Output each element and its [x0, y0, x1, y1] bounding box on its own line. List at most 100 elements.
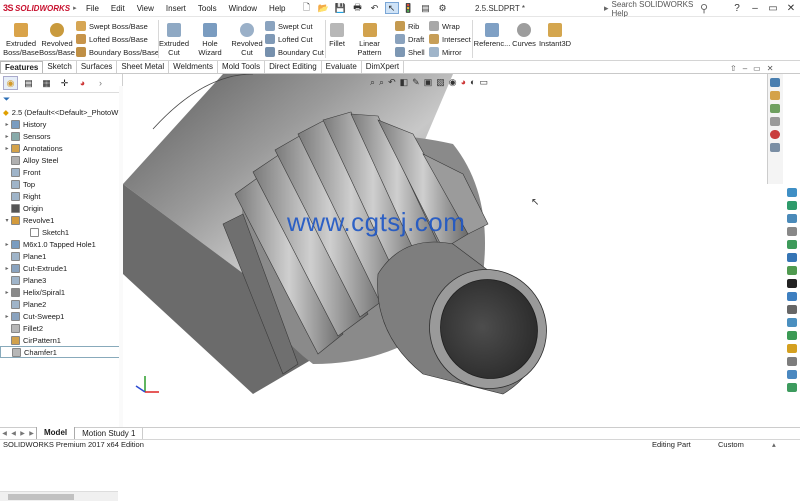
previous-view-icon[interactable]: ↶: [388, 77, 396, 88]
tool-icon-14[interactable]: [787, 357, 797, 366]
curves-button[interactable]: Curves: [511, 23, 537, 48]
tab-mold-tools[interactable]: Mold Tools: [218, 61, 266, 73]
view-settings-icon[interactable]: ▭: [479, 77, 488, 88]
dimxpert-tab-icon[interactable]: ✛: [57, 76, 72, 90]
panel-expand-icon[interactable]: ›: [93, 76, 108, 90]
boundary-cut-button[interactable]: Boundary Cut: [265, 47, 324, 57]
sum-icon[interactable]: [787, 279, 797, 288]
tree-item[interactable]: ▸ Annotations: [0, 142, 122, 154]
solidworks-resources-icon[interactable]: [770, 78, 780, 87]
extruded-cut-button[interactable]: Extruded Cut: [159, 23, 189, 57]
tool-icon-2[interactable]: [787, 201, 797, 210]
file-explorer-icon[interactable]: [770, 104, 780, 113]
solidworks-logo[interactable]: 3S SOLIDWORKS ▸: [0, 0, 80, 17]
tree-item[interactable]: ▸ Cut-Extrude1: [0, 262, 122, 274]
shell-button[interactable]: Shell: [395, 47, 425, 57]
graphics-area[interactable]: www.cgtsj.com: [123, 74, 767, 427]
tool-icon-3[interactable]: [787, 214, 797, 223]
tree-item[interactable]: Sketch1: [0, 226, 122, 238]
design-library-icon[interactable]: [770, 91, 780, 100]
tab-weldments[interactable]: Weldments: [169, 61, 218, 73]
custom-properties-icon[interactable]: [770, 143, 780, 152]
filter-icon[interactable]: ⏷: [0, 93, 122, 106]
zoom-to-fit-icon[interactable]: ⌕: [370, 77, 375, 88]
expand-arrow-icon[interactable]: ▸: [3, 133, 11, 140]
intersect-button[interactable]: Intersect: [429, 34, 471, 44]
revolved-cut-button[interactable]: Revolved Cut: [231, 23, 263, 57]
tool-icon-9[interactable]: [787, 292, 797, 301]
menu-tools[interactable]: Tools: [192, 0, 223, 17]
tree-item[interactable]: Top: [0, 178, 122, 190]
swept-boss-button[interactable]: Swept Boss/Base: [76, 21, 148, 31]
extruded-boss-button[interactable]: Extruded Boss/Base: [3, 23, 39, 57]
menu-help[interactable]: Help: [263, 0, 291, 17]
rib-button[interactable]: Rib: [395, 21, 419, 31]
dynamic-annotation-icon[interactable]: ✎: [412, 77, 420, 88]
tab-direct-editing[interactable]: Direct Editing: [265, 61, 322, 73]
tab-sketch[interactable]: Sketch: [43, 61, 77, 73]
tab-sheet-metal[interactable]: Sheet Metal: [117, 61, 170, 73]
new-document-icon[interactable]: 🗋: [300, 2, 314, 14]
appearances-icon[interactable]: [770, 130, 780, 139]
expand-arrow-icon[interactable]: ▸: [3, 145, 11, 152]
tab-evaluate[interactable]: Evaluate: [322, 61, 362, 73]
tool-icon-1[interactable]: [787, 188, 797, 197]
expand-arrow-icon[interactable]: ▸: [3, 289, 11, 296]
expand-arrow-icon[interactable]: ▸: [3, 241, 11, 248]
property-manager-tab-icon[interactable]: ▤: [21, 76, 36, 90]
wrap-button[interactable]: Wrap: [429, 21, 460, 31]
tree-horizontal-scrollbar[interactable]: [0, 491, 118, 501]
expand-arrow-icon[interactable]: ▸: [3, 313, 11, 320]
tree-item[interactable]: Right: [0, 190, 122, 202]
close-icon[interactable]: ✕: [782, 3, 800, 14]
tab-surfaces[interactable]: Surfaces: [77, 61, 118, 73]
expand-arrow-icon[interactable]: ▾: [3, 217, 11, 224]
configuration-manager-tab-icon[interactable]: ▦: [39, 76, 54, 90]
instant3d-button[interactable]: Instant3D: [538, 23, 572, 48]
tool-icon-12[interactable]: [787, 331, 797, 340]
lofted-cut-button[interactable]: Lofted Cut: [265, 34, 313, 44]
feature-manager-tab-icon[interactable]: ◉: [3, 76, 18, 90]
tree-item[interactable]: Fillet2: [0, 322, 122, 334]
tree-item[interactable]: ▸ History: [0, 118, 122, 130]
linear-pattern-button[interactable]: Linear Pattern: [347, 23, 392, 57]
rebuild-icon[interactable]: 🚦: [402, 2, 416, 14]
swept-cut-button[interactable]: Swept Cut: [265, 21, 313, 31]
prev-tab-icon[interactable]: ◀: [9, 430, 18, 437]
help-search-input[interactable]: Search SOLIDWORKS Help: [612, 0, 697, 18]
menu-window[interactable]: Window: [223, 0, 263, 17]
gear-shaft-model[interactable]: [123, 74, 767, 427]
status-units[interactable]: Custom: [718, 440, 744, 450]
tab-features[interactable]: Features: [0, 61, 44, 73]
options-icon[interactable]: ⚙: [436, 2, 450, 14]
zoom-to-area-icon[interactable]: ⌕: [379, 77, 384, 88]
revolved-boss-button[interactable]: Revolved Boss/Base: [39, 23, 75, 57]
view-palette-icon[interactable]: [770, 117, 780, 126]
viewport-maximize-icon[interactable]: ⇧: [730, 64, 737, 73]
display-manager-tab-icon[interactable]: ◕: [75, 76, 90, 90]
file-properties-icon[interactable]: ▤: [419, 2, 433, 14]
mirror-button[interactable]: Mirror: [429, 47, 462, 57]
expand-arrow-icon[interactable]: ▸: [3, 121, 11, 128]
tool-icon-15[interactable]: [787, 370, 797, 379]
tool-icon-13[interactable]: [787, 344, 797, 353]
print-icon[interactable]: 🖶: [351, 2, 365, 14]
lofted-boss-button[interactable]: Lofted Boss/Base: [76, 34, 148, 44]
tree-item[interactable]: Alloy Steel: [0, 154, 122, 166]
tree-item[interactable]: ▸ M6x1.0 Tapped Hole1: [0, 238, 122, 250]
tool-icon-16[interactable]: [787, 383, 797, 392]
tree-item[interactable]: Plane1: [0, 250, 122, 262]
tree-item[interactable]: ▸ Helix/Spiral1: [0, 286, 122, 298]
tree-item[interactable]: CirPattern1: [0, 334, 122, 346]
hide-show-items-icon[interactable]: ◉: [449, 77, 457, 88]
apply-scene-icon[interactable]: ◐: [470, 77, 475, 88]
tool-icon-5[interactable]: [787, 240, 797, 249]
save-icon[interactable]: 💾: [334, 2, 348, 14]
help-question-icon[interactable]: ?: [728, 3, 746, 14]
tool-icon-11[interactable]: [787, 318, 797, 327]
open-icon[interactable]: 📂: [317, 2, 331, 14]
undo-icon[interactable]: ↶: [368, 2, 382, 14]
tree-root-part[interactable]: ◆ 2.5 (Default<<Default>_PhotoW: [0, 106, 122, 118]
last-tab-icon[interactable]: ▶: [27, 430, 36, 437]
viewport-close-icon[interactable]: ✕: [767, 64, 774, 73]
